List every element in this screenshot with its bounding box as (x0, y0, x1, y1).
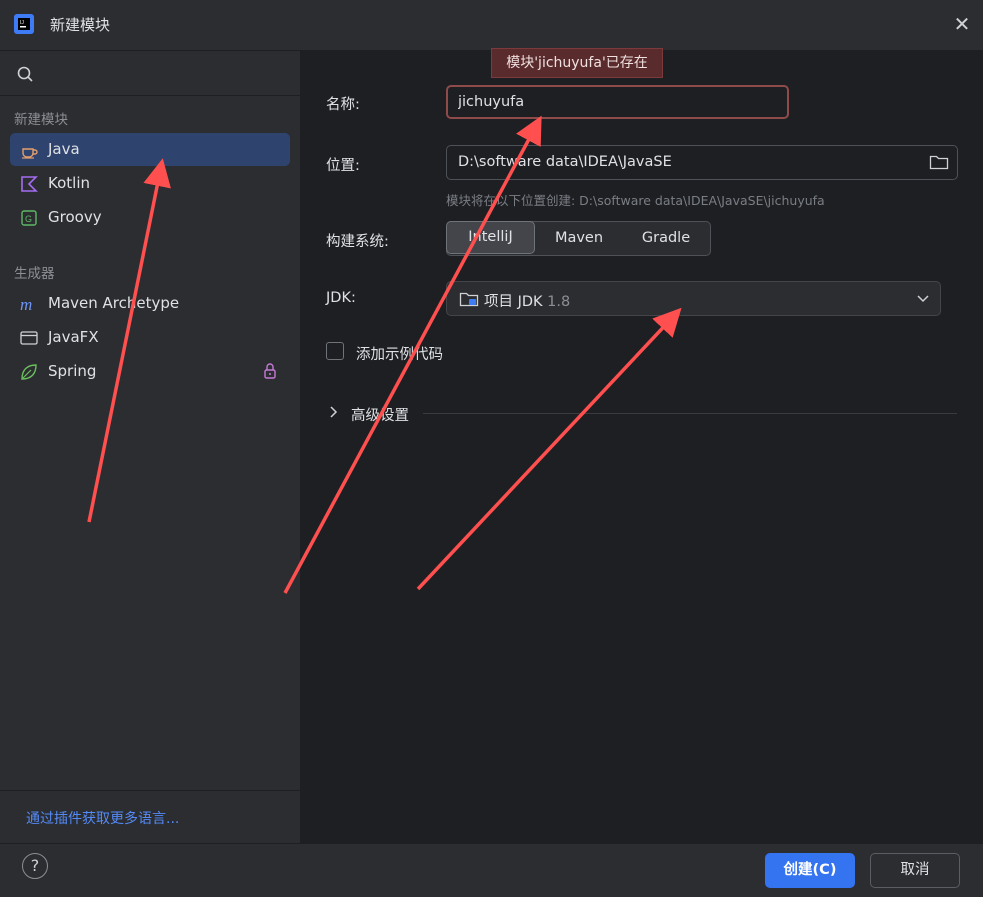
build-option-maven[interactable]: Maven (536, 222, 622, 255)
sidebar-item-label: JavaFX (48, 328, 99, 346)
location-value: D:\software data\IDEA\JavaSE (458, 154, 672, 170)
build-system-selector: IntelliJ Maven Gradle (446, 221, 711, 256)
sidebar-item-label: Groovy (48, 208, 102, 226)
close-icon[interactable]: ✕ (950, 12, 974, 36)
sidebar-item-maven-archetype[interactable]: m Maven Archetype (10, 287, 290, 320)
location-field[interactable]: D:\software data\IDEA\JavaSE (446, 145, 958, 180)
svg-text:G: G (25, 214, 32, 224)
sidebar-item-label: Kotlin (48, 174, 90, 192)
create-button[interactable]: 创建(C) (765, 853, 855, 888)
spring-leaf-icon (21, 364, 37, 380)
dialog-footer: ? 创建(C) 取消 (0, 843, 983, 897)
kotlin-icon (21, 176, 38, 192)
lock-icon (264, 363, 276, 379)
name-label: 名称: (326, 97, 360, 113)
help-icon[interactable]: ? (22, 853, 48, 879)
sidebar: 新建模块 Java Kotlin G Groovy 生成器 m Maven Ar… (0, 51, 301, 843)
sidebar-item-java[interactable]: Java (10, 133, 290, 166)
jdk-folder-icon (459, 292, 479, 307)
build-option-gradle[interactable]: Gradle (622, 222, 710, 255)
chevron-down-icon (917, 295, 929, 303)
window-title: 新建模块 (50, 16, 111, 34)
jdk-label: JDK: (326, 290, 356, 306)
javafx-icon (20, 331, 38, 345)
more-languages-link[interactable]: 通过插件获取更多语言... (26, 808, 179, 828)
sidebar-item-label: Java (48, 140, 80, 158)
groovy-icon: G (21, 210, 37, 226)
jdk-version: 1.8 (547, 294, 571, 310)
advanced-settings-toggle[interactable]: 高级设置 (351, 404, 409, 425)
sidebar-item-kotlin[interactable]: Kotlin (10, 167, 290, 200)
advanced-divider (423, 413, 957, 414)
svg-text:m: m (20, 295, 32, 313)
jdk-value: 项目 JDK 1.8 (484, 290, 570, 311)
jdk-name: 项目 JDK (484, 294, 543, 310)
build-system-label: 构建系统: (326, 234, 389, 250)
folder-icon[interactable] (929, 153, 949, 171)
sample-code-checkbox[interactable] (326, 342, 344, 360)
sample-code-label: 添加示例代码 (356, 347, 443, 363)
intellij-app-icon: IJ (14, 14, 34, 34)
module-settings-panel: 模块'jichuyufa'已存在 名称: 位置: D:\software dat… (301, 48, 983, 843)
name-input[interactable] (446, 85, 789, 119)
location-label: 位置: (326, 158, 360, 174)
svg-text:IJ: IJ (20, 20, 24, 26)
title-bar: IJ 新建模块 ✕ (0, 0, 983, 51)
cancel-button[interactable]: 取消 (870, 853, 960, 888)
sidebar-bottom-divider (0, 790, 300, 791)
sidebar-item-label: Spring (48, 362, 97, 380)
location-hint: 模块将在以下位置创建: D:\software data\IDEA\JavaSE… (446, 193, 825, 208)
build-option-intellij[interactable]: IntelliJ (446, 221, 535, 254)
chevron-right-icon[interactable] (329, 406, 339, 418)
java-cup-icon (22, 148, 38, 159)
group-label-generators: 生成器 (14, 266, 55, 282)
sidebar-item-javafx[interactable]: JavaFX (10, 321, 290, 354)
sidebar-divider (0, 95, 300, 96)
maven-icon: m (20, 295, 32, 313)
name-error-tooltip: 模块'jichuyufa'已存在 (491, 48, 663, 78)
search-icon[interactable] (14, 63, 38, 85)
sidebar-item-spring[interactable]: Spring (10, 355, 290, 388)
sidebar-item-groovy[interactable]: G Groovy (10, 201, 290, 234)
group-label-new-module: 新建模块 (14, 112, 68, 128)
jdk-select[interactable]: 项目 JDK 1.8 (446, 281, 941, 316)
sidebar-item-label: Maven Archetype (48, 294, 180, 312)
